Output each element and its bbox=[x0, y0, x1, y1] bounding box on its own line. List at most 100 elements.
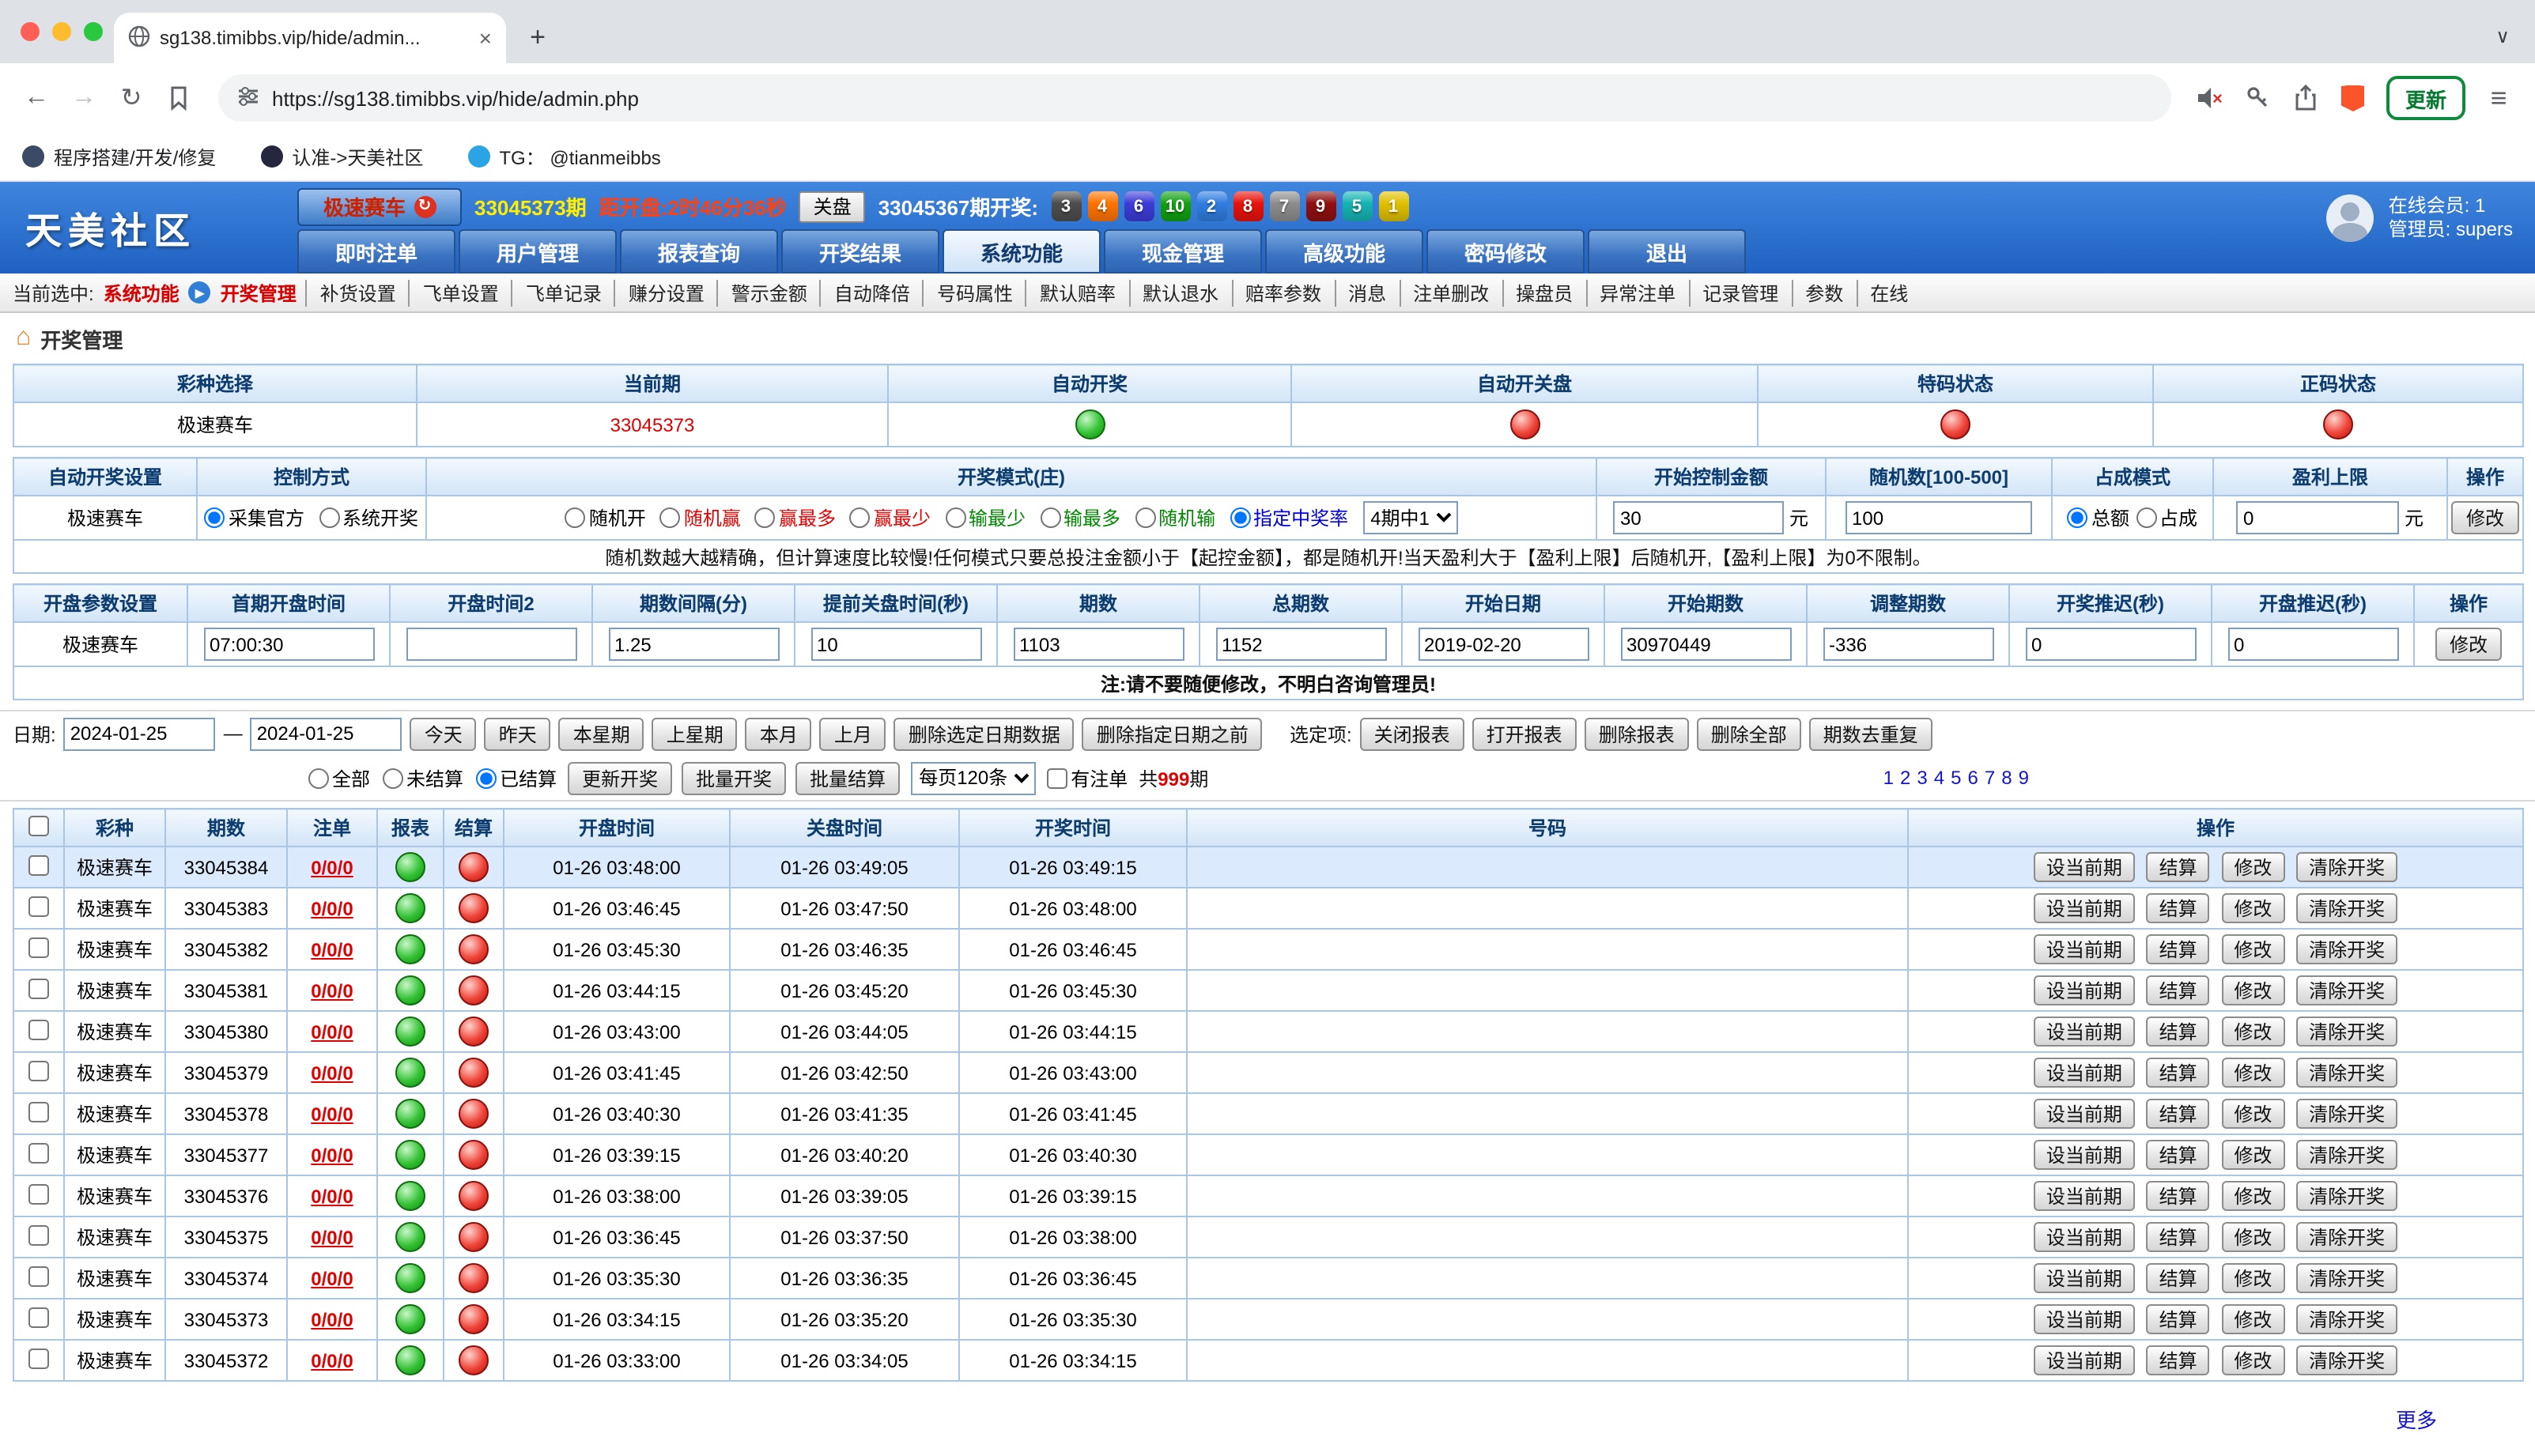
forward-icon[interactable]: → bbox=[63, 77, 104, 119]
param-input[interactable] bbox=[1620, 628, 1791, 661]
clear-draw-button[interactable]: 清除开奖 bbox=[2296, 1017, 2397, 1047]
more-link[interactable]: 更多 bbox=[2396, 1404, 2437, 1434]
subnav-item[interactable]: 默认赔率 bbox=[1026, 279, 1128, 306]
settle-light[interactable] bbox=[459, 1099, 489, 1129]
subnav-item[interactable]: 默认退水 bbox=[1128, 279, 1231, 306]
has-bets-option[interactable]: 有注单 bbox=[1047, 764, 1128, 791]
settle-button[interactable]: 结算 bbox=[2147, 1140, 2210, 1170]
tab-close-icon[interactable]: × bbox=[479, 25, 492, 51]
clear-draw-button[interactable]: 清除开奖 bbox=[2296, 1222, 2397, 1252]
address-bar[interactable]: https://sg138.timibbs.vip/hide/admin.php bbox=[218, 74, 2171, 122]
param-input[interactable] bbox=[1013, 628, 1184, 661]
nav-tab[interactable]: 退出 bbox=[1588, 229, 1746, 273]
settle-button[interactable]: 结算 bbox=[2147, 1099, 2210, 1129]
reload-icon[interactable]: ↻ bbox=[111, 77, 152, 119]
quick-date-button[interactable]: 本星期 bbox=[559, 717, 644, 750]
report-action-button[interactable]: 删除报表 bbox=[1585, 717, 1689, 750]
settle-button[interactable]: 结算 bbox=[2147, 1017, 2210, 1047]
nav-tab[interactable]: 现金管理 bbox=[1104, 229, 1262, 273]
row-checkbox[interactable] bbox=[28, 1266, 49, 1286]
settle-light[interactable] bbox=[459, 1304, 489, 1334]
clear-draw-button[interactable]: 清除开奖 bbox=[2296, 1181, 2397, 1211]
subnav-item[interactable]: 在线 bbox=[1856, 279, 1921, 306]
browser-tab[interactable]: sg138.timibbs.vip/hide/admin... × bbox=[114, 13, 506, 63]
subnav-item[interactable]: 消息 bbox=[1334, 279, 1399, 306]
bets-link[interactable]: 0/0/0 bbox=[311, 1103, 353, 1125]
row-checkbox[interactable] bbox=[28, 1224, 49, 1245]
row-checkbox[interactable] bbox=[28, 1307, 49, 1327]
report-light[interactable] bbox=[395, 1181, 425, 1211]
close-window-button[interactable] bbox=[21, 22, 40, 41]
bets-link[interactable]: 0/0/0 bbox=[311, 979, 353, 1001]
batch-action-button[interactable]: 批量开奖 bbox=[682, 761, 786, 794]
modify-settings-button[interactable]: 修改 bbox=[2452, 501, 2518, 534]
status-light[interactable] bbox=[1509, 409, 1540, 439]
report-light[interactable] bbox=[395, 975, 425, 1005]
settle-light[interactable] bbox=[459, 1017, 489, 1047]
report-light[interactable] bbox=[395, 1017, 425, 1047]
param-input[interactable] bbox=[810, 628, 981, 661]
modify-button[interactable]: 修改 bbox=[2221, 1181, 2284, 1211]
report-light[interactable] bbox=[395, 1140, 425, 1170]
draw-mode-radio[interactable] bbox=[565, 507, 586, 528]
clear-draw-button[interactable]: 清除开奖 bbox=[2296, 934, 2397, 964]
settle-button[interactable]: 结算 bbox=[2147, 1222, 2210, 1252]
nav-tab[interactable]: 报表查询 bbox=[620, 229, 778, 273]
menu-icon[interactable]: ≡ bbox=[2478, 77, 2519, 119]
subnav-item-draw-manage[interactable]: 开奖管理 bbox=[221, 279, 297, 306]
settle-button[interactable]: 结算 bbox=[2147, 1345, 2210, 1375]
draw-mode-option[interactable]: 随机输 bbox=[1135, 504, 1215, 531]
set-current-period-button[interactable]: 设当前期 bbox=[2034, 975, 2135, 1005]
modify-button[interactable]: 修改 bbox=[2221, 1345, 2284, 1375]
bets-link[interactable]: 0/0/0 bbox=[311, 1226, 353, 1248]
draw-mode-radio[interactable] bbox=[850, 507, 871, 528]
settle-status-radio[interactable] bbox=[308, 768, 329, 788]
settle-status-option[interactable]: 已结算 bbox=[476, 764, 557, 791]
status-light[interactable] bbox=[2323, 409, 2353, 439]
batch-action-button[interactable]: 批量结算 bbox=[795, 761, 900, 794]
param-input[interactable] bbox=[608, 628, 779, 661]
settle-status-radio[interactable] bbox=[476, 768, 497, 788]
modify-button[interactable]: 修改 bbox=[2221, 893, 2284, 923]
back-icon[interactable]: ← bbox=[16, 77, 57, 119]
settle-status-radio[interactable] bbox=[383, 768, 403, 788]
page-link[interactable]: 6 bbox=[1968, 767, 1978, 789]
clear-draw-button[interactable]: 清除开奖 bbox=[2296, 1263, 2397, 1293]
draw-mode-radio[interactable] bbox=[1135, 507, 1155, 528]
subnav-item[interactable]: 操盘员 bbox=[1502, 279, 1585, 306]
clear-draw-button[interactable]: 清除开奖 bbox=[2296, 1304, 2397, 1334]
nav-tab[interactable]: 系统功能 bbox=[943, 229, 1101, 273]
report-light[interactable] bbox=[395, 1263, 425, 1293]
row-checkbox[interactable] bbox=[28, 1101, 49, 1122]
tune-icon[interactable] bbox=[237, 85, 259, 111]
nav-tab[interactable]: 密码修改 bbox=[1426, 229, 1585, 273]
bookmark-item[interactable]: 程序搭建/开发/修复 bbox=[22, 143, 216, 170]
page-link[interactable]: 9 bbox=[2019, 767, 2029, 789]
subnav-item[interactable]: 飞单记录 bbox=[512, 279, 614, 306]
bookmark-item[interactable]: 认准->天美社区 bbox=[260, 143, 423, 170]
modify-button[interactable]: 修改 bbox=[2221, 1222, 2284, 1252]
set-current-period-button[interactable]: 设当前期 bbox=[2034, 1099, 2135, 1129]
control-mode-option[interactable]: 采集官方 bbox=[205, 504, 304, 531]
report-light[interactable] bbox=[395, 1345, 425, 1375]
draw-mode-radio[interactable] bbox=[755, 507, 776, 528]
settle-button[interactable]: 结算 bbox=[2147, 852, 2210, 882]
report-light[interactable] bbox=[395, 1099, 425, 1129]
modify-button[interactable]: 修改 bbox=[2221, 1099, 2284, 1129]
settle-button[interactable]: 结算 bbox=[2147, 1304, 2210, 1334]
report-action-button[interactable]: 期数去重复 bbox=[1809, 717, 1932, 750]
lottery-refresh-icon[interactable]: ↻ bbox=[414, 195, 436, 217]
param-input[interactable] bbox=[1215, 628, 1386, 661]
win-rate-radio[interactable] bbox=[1230, 507, 1250, 528]
settle-light[interactable] bbox=[459, 1181, 489, 1211]
set-current-period-button[interactable]: 设当前期 bbox=[2034, 1345, 2135, 1375]
date-to-input[interactable] bbox=[251, 717, 402, 750]
row-checkbox[interactable] bbox=[28, 978, 49, 998]
lottery-select-button[interactable]: 极速赛车 ↻ bbox=[297, 187, 462, 225]
settle-light[interactable] bbox=[459, 893, 489, 923]
set-current-period-button[interactable]: 设当前期 bbox=[2034, 1304, 2135, 1334]
draw-mode-option[interactable]: 输最多 bbox=[1040, 504, 1120, 531]
bets-link[interactable]: 0/0/0 bbox=[311, 1144, 353, 1166]
status-light[interactable] bbox=[1075, 409, 1105, 439]
report-action-button[interactable]: 关闭报表 bbox=[1360, 717, 1464, 750]
